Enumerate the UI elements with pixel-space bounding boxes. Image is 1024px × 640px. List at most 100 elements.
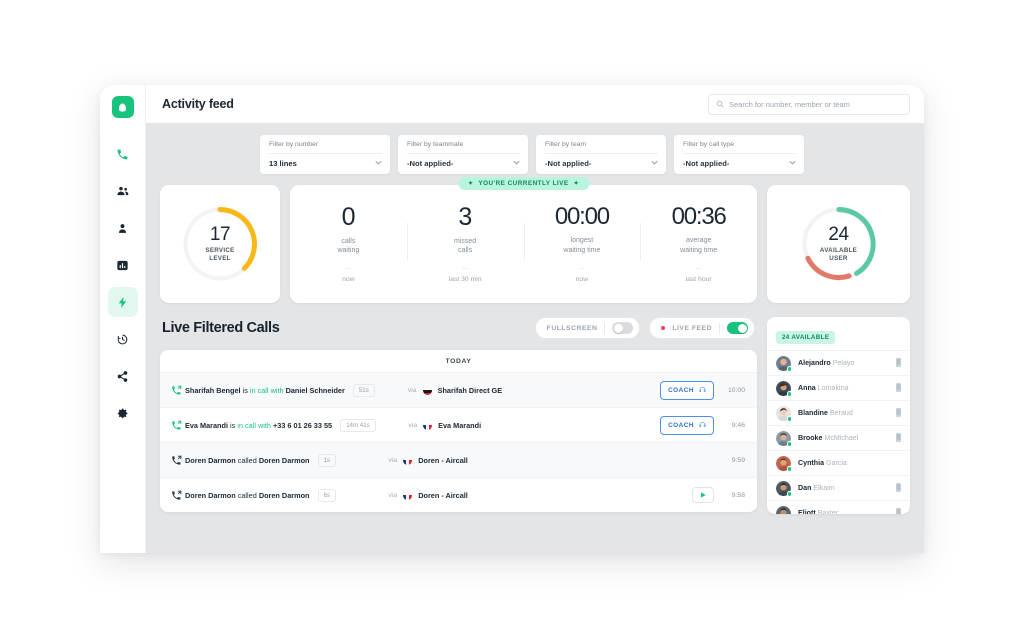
label-line-1: calls	[341, 238, 355, 245]
list-item[interactable]: Cynthia Garcia	[767, 450, 910, 475]
list-item[interactable]: Brooke McMichael	[767, 425, 910, 450]
metric-dots: ...	[294, 264, 403, 271]
sidebar-item-settings[interactable]	[108, 398, 138, 428]
list-item[interactable]: Blandine Beraud	[767, 400, 910, 425]
caller-name: Doren Darmon	[185, 456, 236, 465]
last-name: Pelayo	[831, 359, 855, 367]
headset-icon	[699, 421, 706, 430]
live-feed-label: LIVE FEED	[672, 325, 712, 332]
phone-outgoing-active-icon	[171, 385, 185, 396]
filter-value: -Not applied-	[407, 159, 453, 168]
page-title: Activity feed	[162, 97, 234, 111]
caption-line-1: SERVICE	[205, 247, 234, 254]
coach-button[interactable]: COACH	[660, 381, 714, 400]
chevron-down-icon[interactable]	[375, 160, 382, 167]
metric-label: average waiting time	[644, 236, 753, 255]
clock-icon	[116, 333, 129, 346]
filter-by-teammate[interactable]: Filter by teammate -Not applied-	[398, 135, 528, 174]
sidebar-item-activity[interactable]	[108, 287, 138, 317]
via-group: via Doren - Aircall	[389, 456, 619, 465]
caller-name: Doren Darmon	[185, 491, 236, 500]
sidebar-item-analytics[interactable]	[108, 250, 138, 280]
search-icon	[716, 95, 724, 113]
filter-by-team[interactable]: Filter by team -Not applied-	[536, 135, 666, 174]
list-item[interactable]: Anna Lomakina	[767, 375, 910, 400]
via-label: via	[408, 387, 417, 394]
fullscreen-switch[interactable]	[612, 322, 633, 334]
switch-knob	[738, 324, 747, 333]
sidebar-item-users[interactable]	[108, 213, 138, 243]
metric-longest-waiting-time: 00:00 longest waiting time ... now	[524, 205, 641, 283]
user-name: Eliott Baxter	[798, 509, 838, 514]
switch-knob	[614, 324, 623, 333]
divider	[545, 153, 658, 154]
table-row[interactable]: Doren Darmon called Doren Darmon 1s via …	[160, 442, 757, 477]
filter-value: -Not applied-	[683, 159, 729, 168]
chevron-down-icon[interactable]	[789, 160, 796, 167]
via-label: via	[408, 422, 417, 429]
avatar	[776, 506, 791, 515]
aircall-logo-icon[interactable]	[112, 96, 134, 118]
coach-button[interactable]: COACH	[660, 416, 714, 435]
call-description: Doren Darmon called Doren Darmon	[185, 456, 310, 465]
presence-indicator	[787, 366, 793, 372]
callee-name: +33 6 01 26 33 55	[271, 421, 332, 430]
caption-line-2: LEVEL	[209, 255, 230, 262]
caller-name: Eva Marandi	[185, 421, 228, 430]
avatar	[776, 381, 791, 396]
filter-by-call-type[interactable]: Filter by call type -Not applied-	[674, 135, 804, 174]
device-icon	[896, 504, 901, 514]
bar-chart-icon	[116, 259, 129, 272]
list-item[interactable]: Dan Elkaim	[767, 475, 910, 500]
caption-line-1: AVAILABLE	[820, 247, 857, 254]
list-item[interactable]: Alejandro Pelayo	[767, 350, 910, 375]
search-field[interactable]	[729, 100, 902, 109]
table-row[interactable]: Sharifah Bengel is in call with Daniel S…	[160, 372, 757, 407]
calls-title: Live Filtered Calls	[162, 320, 279, 336]
fullscreen-toggle[interactable]: FULLSCREEN	[535, 317, 641, 339]
service-level-gauge: 17 SERVICE LEVEL	[178, 202, 262, 286]
metric-value: 00:00	[528, 205, 637, 229]
stats-row: 17 SERVICE LEVEL ✦ YOU'RE CURRENTLY LIVE	[160, 185, 910, 303]
flag-fr-icon	[403, 456, 412, 465]
list-item[interactable]: Eliott Baxter	[767, 500, 910, 514]
via-group: via Sharifah Direct GE	[408, 386, 638, 395]
table-row[interactable]: Doren Darmon called Doren Darmon 6s via …	[160, 477, 757, 512]
table-row[interactable]: Eva Marandi is in call with +33 6 01 26 …	[160, 407, 757, 442]
caller-name: Sharifah Bengel	[185, 386, 241, 395]
line-name: Doren - Aircall	[418, 456, 468, 465]
filter-by-number[interactable]: Filter by number 13 lines	[260, 135, 390, 174]
phone-outgoing-active-icon	[171, 420, 185, 431]
line-name: Doren - Aircall	[418, 491, 468, 500]
chevron-down-icon[interactable]	[651, 160, 658, 167]
user-name: Dan Elkaim	[798, 484, 835, 492]
search-input[interactable]	[708, 94, 910, 115]
date-divider: TODAY	[160, 350, 757, 372]
filter-value: -Not applied-	[545, 159, 591, 168]
chevron-down-icon[interactable]	[513, 160, 520, 167]
service-level-card: 17 SERVICE LEVEL	[160, 185, 280, 303]
callee-name: Daniel Schneider	[284, 386, 345, 395]
avatar	[776, 431, 791, 446]
metric-label: longest waiting time	[528, 236, 637, 255]
live-feed-toggle[interactable]: LIVE FEED	[649, 317, 755, 339]
line-name: Sharifah Direct GE	[438, 386, 502, 395]
metric-dots: ...	[644, 264, 753, 271]
via-label: via	[389, 492, 398, 499]
sidebar-item-calls[interactable]	[108, 139, 138, 169]
first-name: Alejandro	[798, 359, 831, 367]
sidebar-item-teams[interactable]	[108, 176, 138, 206]
play-recording-button[interactable]	[692, 487, 714, 503]
call-time: 9:46	[723, 422, 745, 429]
phone-missed-icon	[171, 490, 185, 501]
metric-period: now	[528, 276, 637, 283]
first-name: Blandine	[798, 409, 828, 417]
live-feed-switch[interactable]	[727, 322, 748, 334]
row-actions: COACH 10:00	[671, 381, 745, 400]
available-users-panel: 24 AVAILABLE Alejandro Pelayo	[767, 317, 910, 514]
sidebar-item-history[interactable]	[108, 324, 138, 354]
divider	[719, 323, 720, 334]
row-actions: 9:59	[671, 457, 745, 464]
sidebar-item-integrations[interactable]	[108, 361, 138, 391]
connector: is	[228, 421, 237, 430]
